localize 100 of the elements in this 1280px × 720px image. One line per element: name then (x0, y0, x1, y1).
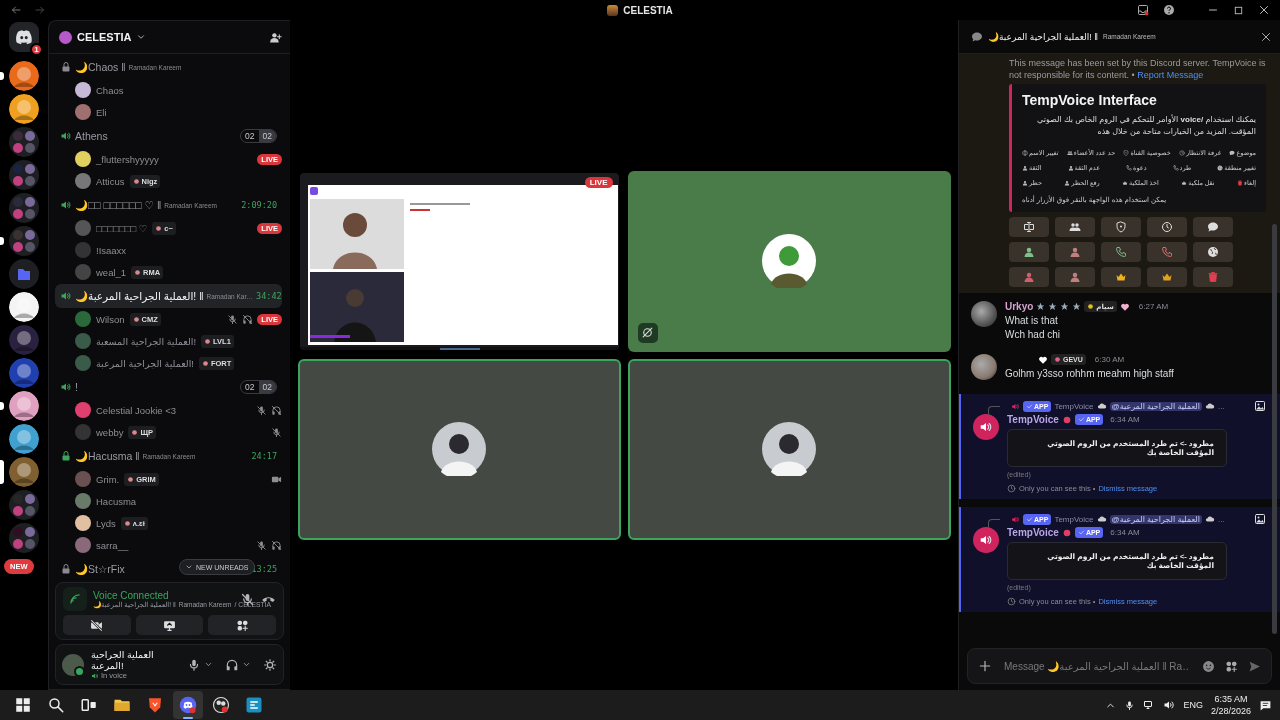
message-time: 6:34 AM (1110, 528, 1140, 537)
option-icon (1181, 179, 1188, 186)
user-add-icon (1023, 246, 1035, 258)
action-button[interactable] (1147, 217, 1187, 237)
user-avatar (62, 653, 84, 676)
user-avatar (762, 234, 816, 288)
member-name: Lyds (96, 517, 116, 529)
user-avatar (75, 104, 91, 120)
action-button[interactable] (1147, 267, 1187, 287)
server-emblem-icon (1061, 527, 1072, 538)
close-icon (1258, 4, 1270, 16)
server-icon[interactable] (9, 391, 39, 421)
user-avatar (971, 301, 997, 327)
add-icon (978, 659, 992, 673)
user-avatar (75, 424, 91, 440)
microphone-icon (187, 657, 201, 672)
option-icon (1172, 164, 1179, 171)
channel-name: 🌙Hacusma ǁ (75, 449, 140, 463)
member-name: Hacusma (96, 495, 137, 507)
notification-badge: 1 (30, 43, 43, 56)
option-icon (1217, 164, 1224, 171)
tag-icon (201, 359, 209, 367)
server-icon[interactable] (9, 94, 39, 124)
activities-button[interactable] (208, 615, 276, 635)
help-icon (1163, 4, 1175, 16)
disconnect-icon (261, 595, 276, 603)
action-button[interactable] (1055, 267, 1095, 287)
option-icon (1126, 164, 1133, 171)
discord-icon (179, 696, 197, 714)
discord-logo-icon (15, 28, 33, 46)
count-text: 02 (258, 381, 276, 393)
inbox-icon (1137, 4, 1149, 16)
message-text: Wch had chi (1005, 329, 1062, 340)
user-unblock-icon (1069, 271, 1081, 283)
option-icon (1022, 179, 1028, 186)
notifications-icon (1259, 698, 1272, 712)
member-name: Wilson (96, 313, 125, 325)
user-avatar (75, 173, 91, 189)
chevron-icon (204, 660, 213, 669)
voice-status: Voice Connected (93, 589, 170, 601)
user-avatar (75, 537, 91, 553)
camera-button[interactable] (63, 615, 131, 635)
option-icon (1229, 149, 1236, 156)
option-icon (1022, 164, 1029, 171)
action-button[interactable] (1055, 242, 1095, 262)
cloud-icon (1204, 514, 1215, 524)
user-avatar (432, 422, 486, 476)
action-button[interactable] (1009, 242, 1049, 262)
reply-author: TempVoice (1054, 401, 1094, 411)
members-icon (1069, 221, 1081, 233)
action-button[interactable] (1055, 217, 1095, 237)
option-icon (1064, 179, 1071, 186)
apps-icon (1225, 659, 1238, 673)
channel-name: 🌙العملية الجراحية المرعبة! ǁ (75, 289, 204, 303)
action-button[interactable] (1101, 242, 1141, 262)
action-button[interactable] (1101, 217, 1141, 237)
report-link[interactable]: Report Message (1137, 70, 1204, 80)
action-button[interactable] (1193, 242, 1233, 262)
action-button[interactable] (1193, 217, 1233, 237)
image-icon (1254, 513, 1266, 525)
action-button[interactable] (1009, 217, 1049, 237)
tag-icon (131, 428, 139, 436)
clock-date: 2/28/2026 (1210, 705, 1251, 717)
server-emblem-icon (1061, 414, 1072, 425)
option-icon (1067, 164, 1074, 171)
folder-icon[interactable] (9, 259, 39, 289)
badge-icon (1072, 302, 1082, 311)
author-name: TempVoice (1007, 414, 1059, 425)
server-icon[interactable] (9, 292, 39, 322)
member-name: Atticus (96, 175, 125, 187)
server-icon[interactable] (9, 424, 39, 454)
user-avatar (75, 220, 91, 236)
cloud-icon (1096, 514, 1107, 524)
chat-title: 🌙العملية الجراحية المرعبة! ǁ (988, 31, 1098, 42)
badge-icon (1060, 302, 1070, 311)
channel-timer: 24:17 (251, 451, 277, 461)
member-name: العملية الجراحية المسعبة! (96, 335, 197, 347)
check-icon (1026, 402, 1033, 410)
member-name: العملية الجراحية المرعبة! (96, 357, 194, 369)
mention: @العملية الجراحية المرعبة (1109, 514, 1202, 524)
thread-icon (971, 30, 983, 43)
badge-icon (1036, 302, 1046, 311)
rename-icon (1023, 221, 1035, 233)
server-icon[interactable] (9, 457, 39, 487)
option-icon (1066, 149, 1073, 156)
option-icon (1237, 179, 1244, 186)
server-icon (607, 4, 619, 16)
action-button[interactable] (1101, 267, 1141, 287)
server-icon[interactable] (9, 61, 39, 91)
reply-author: TempVoice (1054, 514, 1094, 524)
app-icon (245, 696, 263, 714)
tag-icon (127, 475, 135, 483)
count-text: 02 (244, 381, 256, 393)
tag-icon (204, 337, 212, 345)
member-name: Celestial Jookie <3 (96, 404, 176, 416)
channel-timer: 34:42 (256, 291, 282, 301)
server-icon (59, 30, 72, 44)
screen-share-button[interactable] (135, 615, 204, 635)
author-name: Urkyo (1005, 301, 1034, 312)
taskbar-app[interactable] (173, 691, 203, 719)
